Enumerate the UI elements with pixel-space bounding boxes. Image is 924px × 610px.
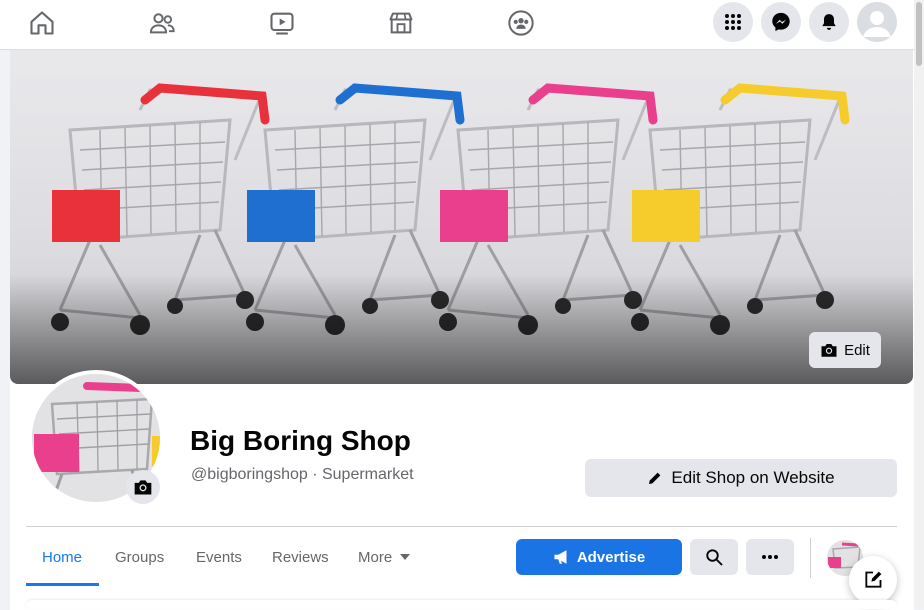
ellipsis-icon xyxy=(762,555,778,559)
scrollbar-thumb[interactable] xyxy=(916,2,922,66)
camera-icon xyxy=(134,480,152,495)
search-icon xyxy=(706,549,723,566)
edit-shop-label: Edit Shop on Website xyxy=(671,468,835,487)
top-navigation-bar xyxy=(0,0,914,50)
groups-icon[interactable] xyxy=(501,6,541,40)
edit-cover-label: Edit xyxy=(844,341,870,359)
update-profile-picture-button[interactable] xyxy=(126,470,160,504)
watch-icon[interactable] xyxy=(262,6,302,40)
more-options-button[interactable] xyxy=(746,539,794,575)
tab-reviews[interactable]: Reviews xyxy=(272,540,329,574)
caret-down-icon xyxy=(400,553,411,560)
marketplace-icon[interactable] xyxy=(381,6,421,40)
tab-events[interactable]: Events xyxy=(196,540,242,574)
compose-icon xyxy=(865,571,882,588)
edit-cover-button[interactable]: Edit xyxy=(809,332,881,368)
tab-label: Reviews xyxy=(272,548,329,566)
header-divider xyxy=(26,526,897,527)
camera-icon xyxy=(821,344,837,357)
notifications-icon[interactable] xyxy=(809,2,849,42)
search-button[interactable] xyxy=(690,539,738,575)
tab-label: Events xyxy=(196,548,242,566)
cover-photo[interactable] xyxy=(10,50,913,384)
tab-groups[interactable]: Groups xyxy=(115,540,164,574)
messenger-icon[interactable] xyxy=(761,2,801,42)
friends-icon[interactable] xyxy=(142,6,182,40)
tab-label: Groups xyxy=(115,548,165,566)
advertise-label: Advertise xyxy=(576,548,646,566)
cover-gradient xyxy=(10,274,913,384)
pencil-icon xyxy=(649,472,661,484)
tab-label: Home xyxy=(42,548,83,566)
advertise-button[interactable]: Advertise xyxy=(516,539,682,575)
edit-shop-button[interactable]: Edit Shop on Website xyxy=(585,459,897,497)
scrollbar[interactable] xyxy=(914,0,924,609)
home-icon[interactable] xyxy=(22,6,62,40)
megaphone-icon xyxy=(554,550,567,564)
active-tab-indicator xyxy=(26,583,99,586)
tab-label: More xyxy=(358,548,393,566)
content-card-top xyxy=(26,600,897,609)
page-handle-category: @bigboringshop · Supermarket xyxy=(191,466,414,483)
tab-home[interactable]: Home xyxy=(42,540,82,574)
page-title: Big Boring Shop xyxy=(190,425,411,456)
tab-more[interactable]: More xyxy=(358,540,411,574)
account-avatar[interactable] xyxy=(857,2,897,42)
menu-grid-icon[interactable] xyxy=(713,2,753,42)
compose-message-button[interactable] xyxy=(849,556,897,604)
actions-divider xyxy=(810,538,811,578)
